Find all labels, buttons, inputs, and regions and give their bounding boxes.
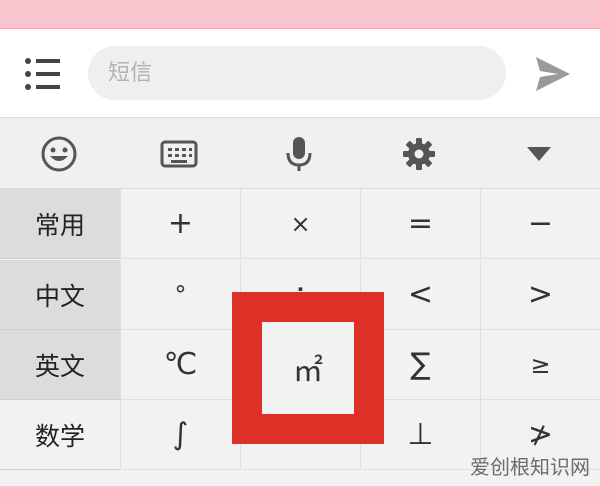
symbol-key[interactable]: + xyxy=(120,189,240,259)
send-button[interactable] xyxy=(532,53,574,95)
voice-input-button[interactable] xyxy=(275,130,323,178)
emoji-button[interactable] xyxy=(35,130,83,178)
settings-button[interactable] xyxy=(395,130,443,178)
symbol-key[interactable]: ÷ xyxy=(240,260,360,330)
highlighted-symbol[interactable]: ㎡ xyxy=(262,322,354,414)
microphone-icon xyxy=(286,137,312,171)
keyboard-toolbar xyxy=(0,117,600,189)
category-chinese[interactable]: 中文 xyxy=(0,260,120,330)
symbol-key[interactable]: ∫ xyxy=(120,400,240,470)
symbol-key[interactable]: × xyxy=(240,189,360,259)
symbol-key[interactable]: ° xyxy=(120,260,240,330)
symbol-key[interactable]: ⊥ xyxy=(360,400,480,470)
collapse-keyboard-button[interactable] xyxy=(515,130,563,178)
gear-icon xyxy=(403,138,435,170)
symbol-key[interactable]: > xyxy=(480,260,600,330)
symbol-key[interactable]: ≥ xyxy=(480,330,600,400)
symbol-key[interactable]: ∑ xyxy=(360,330,480,400)
symbol-key[interactable]: ℃ xyxy=(120,330,240,400)
symbol-grid: + × = − ° ÷ < > ℃ ㎡ ∑ ≥ ∫ ∞ ⊥ ≯ xyxy=(120,189,600,486)
category-column: 常用 中文 英文 数学 xyxy=(0,189,120,486)
symbol-key[interactable]: < xyxy=(360,260,480,330)
sms-input[interactable] xyxy=(88,46,506,100)
triangle-down-icon xyxy=(527,147,551,161)
status-bar xyxy=(0,0,600,29)
watermark-text: 爱创根知识网 xyxy=(470,455,590,479)
send-icon xyxy=(536,57,570,91)
compose-bar xyxy=(0,29,600,117)
list-menu-icon[interactable] xyxy=(24,57,62,91)
category-math[interactable]: 数学 xyxy=(0,400,120,470)
symbol-key[interactable]: − xyxy=(480,189,600,259)
symbol-key[interactable]: = xyxy=(360,189,480,259)
category-common[interactable]: 常用 xyxy=(0,189,120,259)
keyboard-button[interactable] xyxy=(155,130,203,178)
emoji-icon xyxy=(41,136,77,172)
keyboard-icon xyxy=(160,140,198,168)
category-english[interactable]: 英文 xyxy=(0,330,120,400)
